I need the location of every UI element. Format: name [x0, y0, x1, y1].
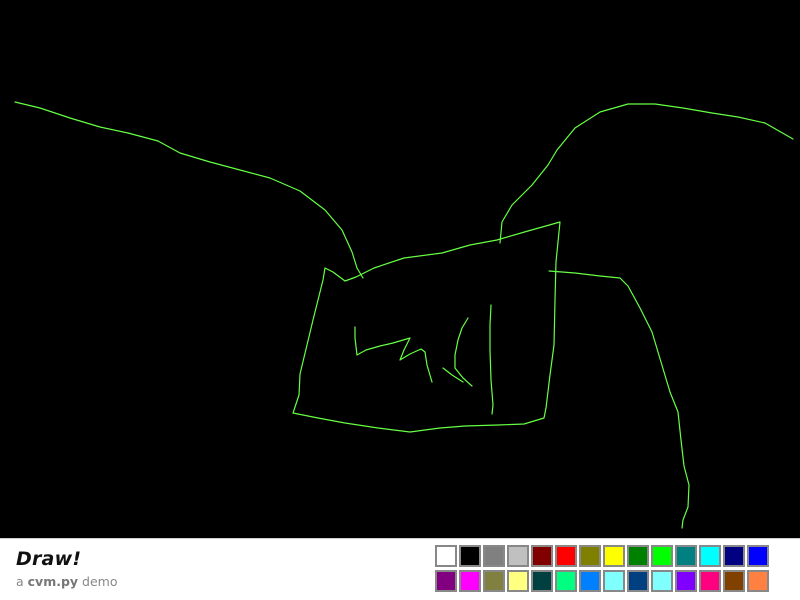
color-swatch[interactable] — [723, 570, 745, 592]
brush-stroke — [454, 317, 473, 387]
subtitle-suffix: demo — [78, 574, 118, 589]
color-swatch[interactable] — [651, 570, 673, 592]
color-swatch[interactable] — [675, 570, 697, 592]
color-swatch[interactable] — [459, 545, 481, 567]
color-swatch[interactable] — [435, 570, 457, 592]
color-swatch[interactable] — [531, 570, 553, 592]
color-swatch[interactable] — [531, 545, 553, 567]
app-subtitle: a cvm.py demo — [16, 574, 118, 589]
app-title: Draw! — [16, 548, 82, 570]
color-swatch[interactable] — [747, 570, 769, 592]
drawn-strokes — [14, 101, 794, 529]
color-swatch[interactable] — [555, 570, 577, 592]
brush-stroke — [292, 221, 561, 433]
color-palette — [435, 545, 772, 592]
color-swatch[interactable] — [675, 545, 697, 567]
color-swatch[interactable] — [627, 570, 649, 592]
subtitle-prefix: a — [16, 574, 28, 589]
color-swatch[interactable] — [603, 545, 625, 567]
color-swatch[interactable] — [483, 570, 505, 592]
color-swatch[interactable] — [579, 570, 601, 592]
color-swatch[interactable] — [507, 570, 529, 592]
color-swatch[interactable] — [507, 545, 529, 567]
drawing-surface[interactable] — [0, 0, 800, 538]
color-swatch[interactable] — [627, 545, 649, 567]
color-swatch[interactable] — [651, 545, 673, 567]
color-swatch[interactable] — [699, 545, 721, 567]
color-swatch[interactable] — [555, 545, 577, 567]
brush-stroke — [489, 304, 494, 415]
brush-stroke — [499, 103, 794, 244]
color-swatch[interactable] — [723, 545, 745, 567]
brush-stroke — [354, 326, 433, 383]
footer-toolbar: Draw! a cvm.py demo — [0, 538, 800, 600]
color-swatch[interactable] — [435, 545, 457, 567]
draw-app: Draw! a cvm.py demo — [0, 0, 800, 600]
color-swatch[interactable] — [459, 570, 481, 592]
color-swatch[interactable] — [579, 545, 601, 567]
color-swatch[interactable] — [747, 545, 769, 567]
library-name: cvm.py — [27, 574, 79, 589]
color-swatch[interactable] — [603, 570, 625, 592]
drawing-canvas[interactable] — [0, 0, 800, 538]
brush-stroke — [548, 270, 690, 529]
color-swatch[interactable] — [699, 570, 721, 592]
brush-stroke — [14, 101, 364, 279]
color-swatch[interactable] — [483, 545, 505, 567]
